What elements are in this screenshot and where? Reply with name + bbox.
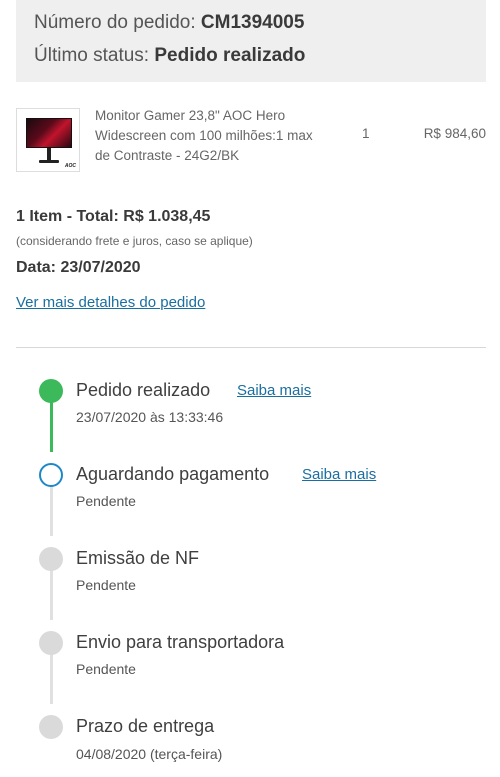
step-title-aguardando-pagamento: Aguardando pagamento: [76, 464, 270, 484]
order-status-timeline: Pedido realizado Saiba mais 23/07/2020 à…: [0, 0, 500, 777]
saiba-mais-link[interactable]: Saiba mais: [302, 466, 376, 483]
timeline-connector-1: [50, 402, 53, 452]
step-pending-indicator: [39, 631, 63, 655]
step-title-emissao-nf: Emissão de NF: [76, 548, 200, 568]
saiba-mais-link[interactable]: Saiba mais: [237, 382, 311, 399]
step-pending-indicator: [39, 715, 63, 739]
step-title-prazo-entrega: Prazo de entrega: [76, 716, 215, 736]
step-subtitle: 04/08/2020 (terça-feira): [76, 746, 223, 762]
step-subtitle: 23/07/2020 às 13:33:46: [76, 409, 224, 425]
timeline-connector-4: [50, 654, 53, 704]
step-subtitle: Pendente: [76, 661, 136, 677]
step-current-indicator: [39, 463, 63, 487]
step-subtitle: Pendente: [76, 577, 136, 593]
step-pending-indicator: [39, 547, 63, 571]
timeline-connector-3: [50, 570, 53, 620]
step-title-envio-transportadora: Envio para transportadora: [76, 632, 285, 652]
step-subtitle: Pendente: [76, 493, 136, 509]
step-done-indicator: [39, 379, 63, 403]
timeline-connector-2: [50, 486, 53, 536]
step-title-pedido-realizado: Pedido realizado: [76, 380, 211, 400]
